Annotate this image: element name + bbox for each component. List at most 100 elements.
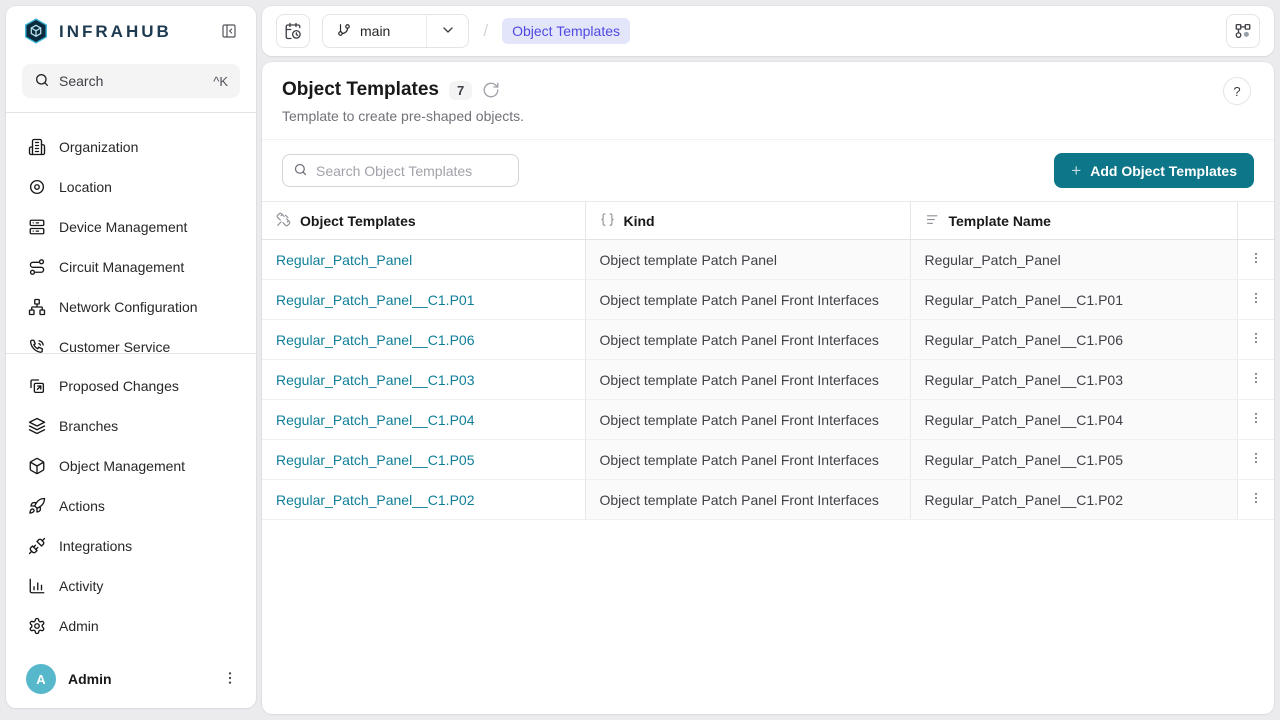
sidebar-item-network-configuration[interactable]: Network Configuration [6, 287, 256, 327]
row-actions-button[interactable] [1245, 447, 1267, 472]
search-icon [34, 72, 50, 91]
plus-icon: + [1071, 162, 1081, 179]
copy-arrow-icon [28, 377, 46, 395]
kebab-icon [1249, 291, 1263, 308]
object-templates-table: Object Templates Kind Template Name [262, 201, 1274, 520]
sidebar-collapse-button[interactable] [216, 19, 242, 45]
table-header-row: Object Templates Kind Template Name [262, 202, 1274, 240]
table-row: Regular_Patch_Panel__C1.P02 Object templ… [262, 480, 1274, 520]
sidebar-item-label: Actions [59, 498, 105, 514]
branch-name: main [360, 23, 390, 39]
user-menu-button[interactable] [218, 667, 242, 691]
phone-icon [28, 338, 46, 353]
template-name-cell: Regular_Patch_Panel__C1.P04 [910, 400, 1237, 440]
sidebar-item-activity[interactable]: Activity [6, 566, 256, 606]
sidebar-item-label: Circuit Management [59, 259, 184, 275]
kind-cell: Object template Patch Panel Front Interf… [585, 480, 910, 520]
template-link[interactable]: Regular_Patch_Panel__C1.P01 [276, 292, 474, 308]
column-label: Kind [624, 213, 655, 229]
kind-cell: Object template Patch Panel Front Interf… [585, 360, 910, 400]
kind-cell: Object template Patch Panel Front Interf… [585, 320, 910, 360]
sidebar-item-label: Integrations [59, 538, 132, 554]
add-object-templates-button[interactable]: + Add Object Templates [1054, 153, 1254, 188]
table-row: Regular_Patch_Panel__C1.P05 Object templ… [262, 440, 1274, 480]
sidebar-item-object-management[interactable]: Object Management [6, 446, 256, 486]
row-actions-button[interactable] [1245, 287, 1267, 312]
schema-icon [1234, 22, 1252, 40]
column-label: Object Templates [300, 213, 416, 229]
schema-visualizer-button[interactable] [1226, 14, 1260, 48]
refresh-button[interactable] [482, 81, 500, 99]
building-icon [28, 138, 46, 156]
sidebar-item-organization[interactable]: Organization [6, 127, 256, 167]
row-actions-button[interactable] [1245, 487, 1267, 512]
sidebar-item-circuit-management[interactable]: Circuit Management [6, 247, 256, 287]
sidebar-item-integrations[interactable]: Integrations [6, 526, 256, 566]
sidebar-item-customer-service[interactable]: Customer Service [6, 327, 256, 353]
template-link[interactable]: Regular_Patch_Panel__C1.P02 [276, 492, 474, 508]
kebab-icon [1249, 451, 1263, 468]
avatar: A [26, 664, 56, 694]
sidebar-item-branches[interactable]: Branches [6, 406, 256, 446]
plug-icon [28, 537, 46, 555]
row-actions-button[interactable] [1245, 367, 1267, 392]
calendar-clock-icon [284, 22, 302, 40]
row-actions-button[interactable] [1245, 327, 1267, 352]
brand-header: INFRAHUB [6, 6, 256, 58]
template-link[interactable]: Regular_Patch_Panel__C1.P06 [276, 332, 474, 348]
add-button-label: Add Object Templates [1090, 163, 1237, 179]
branch-selector[interactable]: main [322, 14, 469, 48]
bar-chart-icon [28, 577, 46, 595]
cube-icon [28, 457, 46, 475]
template-name-cell: Regular_Patch_Panel__C1.P02 [910, 480, 1237, 520]
kebab-icon [1249, 251, 1263, 268]
network-icon [28, 298, 46, 316]
locate-icon [28, 178, 46, 196]
sidebar-search-placeholder: Search [59, 73, 204, 89]
infrahub-hexagon-logo [22, 17, 50, 48]
brand-name: INFRAHUB [59, 22, 207, 42]
table-toolbar: + Add Object Templates [262, 140, 1274, 201]
object-search-input[interactable] [316, 163, 508, 179]
rocket-icon [28, 497, 46, 515]
topbar: main / Object Templates [262, 6, 1274, 56]
template-link[interactable]: Regular_Patch_Panel [276, 252, 412, 268]
kind-cell: Object template Patch Panel Front Interf… [585, 400, 910, 440]
sidebar-search[interactable]: Search ^K [22, 64, 240, 98]
column-header-object-templates[interactable]: Object Templates [262, 202, 585, 240]
row-actions-button[interactable] [1245, 247, 1267, 272]
search-shortcut: ^K [213, 74, 228, 89]
column-header-actions [1237, 202, 1274, 240]
refresh-icon [482, 81, 500, 99]
sidebar-item-admin[interactable]: Admin [6, 606, 256, 646]
table-row: Regular_Patch_Panel__C1.P04 Object templ… [262, 400, 1274, 440]
breadcrumb-separator: / [481, 21, 490, 41]
column-header-template-name[interactable]: Template Name [910, 202, 1237, 240]
help-button[interactable]: ? [1223, 77, 1251, 105]
sidebar-item-location[interactable]: Location [6, 167, 256, 207]
sidebar-primary-menu[interactable]: Organization Location Device Management … [6, 113, 256, 353]
panel-collapse-icon [221, 23, 237, 42]
time-travel-button[interactable] [276, 14, 310, 48]
template-link[interactable]: Regular_Patch_Panel__C1.P04 [276, 412, 474, 428]
search-icon [293, 162, 308, 180]
sidebar-item-label: Customer Service [59, 339, 170, 353]
sidebar-item-actions[interactable]: Actions [6, 486, 256, 526]
gear-icon [28, 617, 46, 635]
sidebar-item-proposed-changes[interactable]: Proposed Changes [6, 366, 256, 406]
sidebar-item-label: Proposed Changes [59, 378, 179, 394]
template-name-cell: Regular_Patch_Panel__C1.P03 [910, 360, 1237, 400]
column-header-kind[interactable]: Kind [585, 202, 910, 240]
sidebar-item-label: Device Management [59, 219, 187, 235]
page-header: Object Templates 7 ? Template to create … [262, 62, 1274, 140]
breadcrumb-object-templates[interactable]: Object Templates [502, 18, 630, 44]
template-name-cell: Regular_Patch_Panel__C1.P05 [910, 440, 1237, 480]
count-badge: 7 [449, 81, 472, 100]
kebab-icon [1249, 411, 1263, 428]
sidebar-item-device-management[interactable]: Device Management [6, 207, 256, 247]
row-actions-button[interactable] [1245, 407, 1267, 432]
template-link[interactable]: Regular_Patch_Panel__C1.P03 [276, 372, 474, 388]
object-search-field[interactable] [282, 154, 519, 187]
column-label: Template Name [949, 213, 1051, 229]
template-link[interactable]: Regular_Patch_Panel__C1.P05 [276, 452, 474, 468]
